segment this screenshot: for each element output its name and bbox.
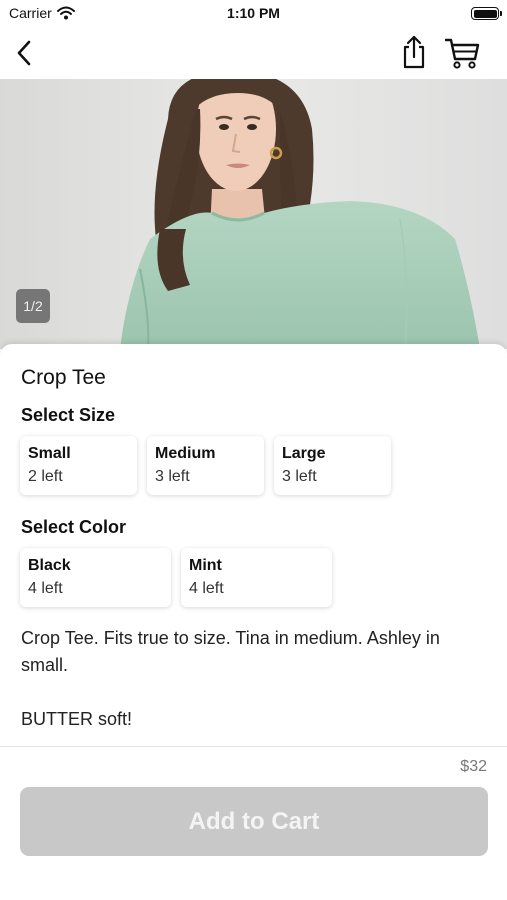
color-option-mint[interactable]: Mint 4 left [181,548,332,607]
navigation-bar [0,28,507,78]
color-stock: 4 left [189,580,224,597]
footer-divider [0,746,507,747]
product-image-gallery[interactable] [0,79,507,349]
status-time: 1:10 PM [227,5,280,21]
size-stock: 3 left [282,468,317,485]
product-description: Crop Tee. Fits true to size. Tina in med… [21,625,491,733]
product-photo [0,79,507,349]
status-bar: Carrier 1:10 PM [0,0,507,28]
image-page-counter: 1/2 [16,289,50,323]
share-icon [403,35,425,69]
color-name: Mint [189,557,222,574]
description-paragraph: Crop Tee. Fits true to size. Tina in med… [21,628,440,675]
color-stock: 4 left [28,580,63,597]
size-stock: 2 left [28,468,63,485]
size-stock: 3 left [155,468,190,485]
back-button[interactable] [10,36,40,70]
size-option-large[interactable]: Large 3 left [274,436,391,495]
product-title: Crop Tee [21,366,106,389]
product-price: $32 [460,758,487,775]
chevron-left-icon [17,40,31,66]
battery-icon [471,7,502,20]
select-size-label: Select Size [21,405,116,425]
size-name: Medium [155,445,216,462]
size-option-small[interactable]: Small 2 left [20,436,137,495]
add-to-cart-button[interactable]: Add to Cart [20,787,488,856]
cart-icon [444,38,480,69]
description-paragraph: BUTTER soft! [21,709,133,729]
size-name: Small [28,445,71,462]
size-name: Large [282,445,326,462]
cart-button[interactable] [444,36,482,70]
description-spacer [21,679,491,706]
size-option-medium[interactable]: Medium 3 left [147,436,264,495]
select-color-label: Select Color [21,517,127,537]
product-detail-sheet: Crop Tee Select Size Small 2 left Medium… [0,344,507,746]
color-option-black[interactable]: Black 4 left [20,548,171,607]
color-name: Black [28,557,71,574]
share-button[interactable] [398,34,430,70]
